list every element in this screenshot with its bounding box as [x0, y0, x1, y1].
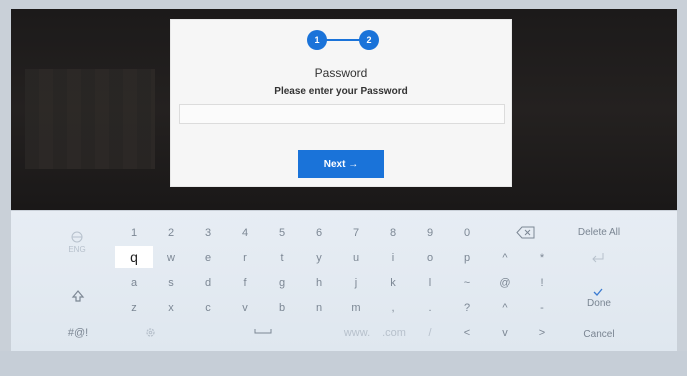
- key-u[interactable]: u: [346, 249, 366, 267]
- shift-icon[interactable]: [71, 289, 85, 303]
- step-indicator: 1 2: [307, 30, 387, 50]
- delete-all-button[interactable]: Delete All: [569, 224, 629, 242]
- key-right[interactable]: >: [532, 324, 552, 342]
- key-x[interactable]: x: [161, 299, 181, 317]
- key-slash[interactable]: /: [420, 324, 440, 342]
- key-j[interactable]: j: [346, 274, 366, 292]
- password-input[interactable]: [179, 104, 505, 124]
- key-up-arrow[interactable]: ^: [495, 299, 515, 317]
- dialog-title: Password: [314, 66, 368, 80]
- onscreen-keyboard: ENG #@! 1 2 3 4 5 6 7 8 9 0 Delete All q…: [11, 211, 677, 351]
- key-6[interactable]: 6: [309, 224, 329, 242]
- lang-label: ENG: [68, 245, 86, 254]
- key-com[interactable]: .com: [378, 324, 410, 342]
- step-1: 1: [307, 30, 327, 50]
- key-asterisk[interactable]: *: [532, 249, 552, 267]
- key-c[interactable]: c: [198, 299, 218, 317]
- key-question[interactable]: ?: [457, 299, 477, 317]
- step-connector: [325, 39, 361, 41]
- key-s[interactable]: s: [161, 274, 181, 292]
- key-z[interactable]: z: [124, 299, 144, 317]
- key-tilde[interactable]: ~: [457, 274, 477, 292]
- key-e[interactable]: e: [198, 249, 218, 267]
- key-y[interactable]: y: [309, 249, 329, 267]
- gear-icon[interactable]: [144, 326, 157, 339]
- key-l[interactable]: l: [420, 274, 440, 292]
- key-w[interactable]: w: [161, 249, 181, 267]
- backspace-icon[interactable]: [516, 226, 536, 239]
- key-9[interactable]: 9: [420, 224, 440, 242]
- cancel-button[interactable]: Cancel: [574, 326, 624, 344]
- key-a[interactable]: a: [124, 274, 144, 292]
- background-shelf: [25, 69, 155, 169]
- key-r[interactable]: r: [235, 249, 255, 267]
- key-n[interactable]: n: [309, 299, 329, 317]
- dialog-subtitle: Please enter your Password: [274, 86, 408, 97]
- key-p[interactable]: p: [457, 249, 477, 267]
- key-t[interactable]: t: [272, 249, 292, 267]
- step-2: 2: [359, 30, 379, 50]
- key-symbols[interactable]: #@!: [61, 324, 95, 342]
- key-down[interactable]: v: [495, 324, 515, 342]
- key-f[interactable]: f: [235, 274, 255, 292]
- key-7[interactable]: 7: [346, 224, 366, 242]
- key-b[interactable]: b: [272, 299, 292, 317]
- key-d[interactable]: d: [198, 274, 218, 292]
- next-button[interactable]: Next →: [298, 150, 384, 178]
- key-left[interactable]: <: [457, 324, 477, 342]
- key-h[interactable]: h: [309, 274, 329, 292]
- key-www[interactable]: www.: [339, 324, 375, 342]
- key-comma[interactable]: ,: [383, 299, 403, 317]
- key-exclaim[interactable]: !: [532, 274, 552, 292]
- key-5[interactable]: 5: [272, 224, 292, 242]
- key-at[interactable]: @: [495, 274, 515, 292]
- key-caret[interactable]: ^: [495, 249, 515, 267]
- key-q[interactable]: q: [115, 246, 153, 268]
- key-4[interactable]: 4: [235, 224, 255, 242]
- key-o[interactable]: o: [420, 249, 440, 267]
- key-dash[interactable]: -: [532, 299, 552, 317]
- password-dialog: 1 2 Password Please enter your Password …: [170, 19, 512, 187]
- key-v[interactable]: v: [235, 299, 255, 317]
- done-button[interactable]: Done: [579, 295, 619, 313]
- key-i[interactable]: i: [383, 249, 403, 267]
- key-period[interactable]: .: [420, 299, 440, 317]
- key-0[interactable]: 0: [457, 224, 477, 242]
- space-icon[interactable]: [254, 327, 272, 335]
- tv-bottom-bezel: [0, 351, 687, 376]
- enter-icon[interactable]: [591, 252, 605, 263]
- key-3[interactable]: 3: [198, 224, 218, 242]
- key-1[interactable]: 1: [124, 224, 144, 242]
- key-g[interactable]: g: [272, 274, 292, 292]
- key-k[interactable]: k: [383, 274, 403, 292]
- key-2[interactable]: 2: [161, 224, 181, 242]
- key-m[interactable]: m: [346, 299, 366, 317]
- key-8[interactable]: 8: [383, 224, 403, 242]
